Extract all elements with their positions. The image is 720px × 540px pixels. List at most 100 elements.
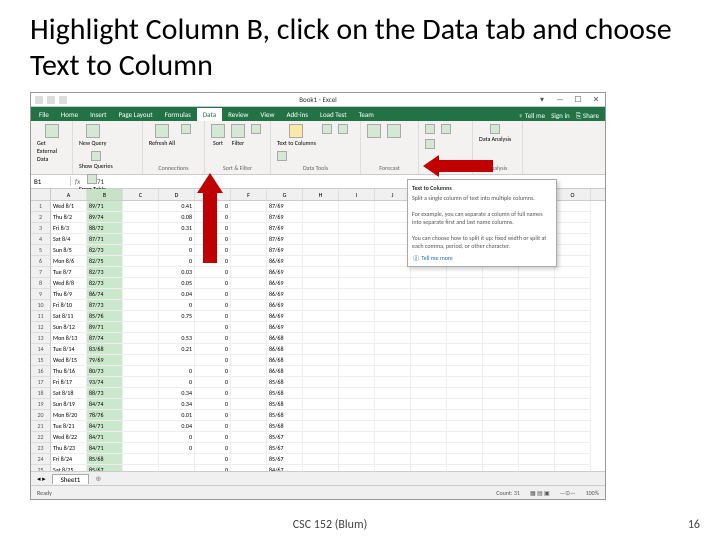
cell[interactable] (231, 344, 267, 355)
get-external-data-button[interactable]: Get External Data (35, 123, 68, 164)
cell[interactable] (231, 267, 267, 278)
cell[interactable] (123, 212, 159, 223)
cell[interactable]: 86/74 (87, 289, 123, 300)
cell[interactable] (375, 399, 411, 410)
cell[interactable] (375, 443, 411, 454)
cell[interactable] (519, 432, 555, 443)
row-header[interactable]: 9 (31, 289, 51, 300)
cell[interactable] (303, 311, 339, 322)
cell[interactable] (339, 245, 375, 256)
cell[interactable] (123, 289, 159, 300)
cell[interactable]: 82/75 (87, 256, 123, 267)
row-header[interactable]: 24 (31, 454, 51, 465)
cell[interactable] (375, 421, 411, 432)
cell[interactable]: 0.41 (159, 201, 195, 212)
cell[interactable]: 86/69 (267, 256, 303, 267)
cell[interactable] (411, 388, 447, 399)
cell[interactable]: 0 (195, 201, 231, 212)
cell[interactable] (123, 201, 159, 212)
cell[interactable] (447, 366, 483, 377)
cell[interactable]: 0 (195, 399, 231, 410)
cell[interactable] (231, 410, 267, 421)
cell[interactable]: 0 (195, 278, 231, 289)
row-header[interactable]: 22 (31, 432, 51, 443)
cell[interactable] (375, 311, 411, 322)
maximize-icon[interactable]: ☐ (569, 93, 587, 107)
cell[interactable] (555, 201, 591, 212)
cell[interactable] (231, 454, 267, 465)
cell[interactable] (411, 454, 447, 465)
cell[interactable] (375, 432, 411, 443)
cell[interactable] (555, 355, 591, 366)
cell[interactable] (375, 212, 411, 223)
cell[interactable]: 0 (159, 300, 195, 311)
cell[interactable]: 0 (195, 311, 231, 322)
cell[interactable] (555, 410, 591, 421)
cell[interactable]: 0.03 (159, 267, 195, 278)
cell[interactable] (411, 322, 447, 333)
cell[interactable] (519, 311, 555, 322)
cell[interactable]: 0 (195, 300, 231, 311)
cell[interactable] (339, 399, 375, 410)
cell[interactable] (519, 366, 555, 377)
cell[interactable]: 85/68 (87, 454, 123, 465)
cell[interactable]: 87/69 (267, 223, 303, 234)
cell[interactable] (483, 344, 519, 355)
cell[interactable]: 86/68 (267, 333, 303, 344)
cell[interactable]: 0.04 (159, 421, 195, 432)
zoom-level[interactable]: 100% (586, 489, 599, 497)
view-icons[interactable]: ▦ ▤ ▣ (530, 489, 550, 497)
row-header[interactable]: 5 (31, 245, 51, 256)
cell[interactable] (339, 289, 375, 300)
cell[interactable]: 86/69 (267, 311, 303, 322)
cell[interactable] (375, 388, 411, 399)
cell[interactable]: 85/67 (267, 454, 303, 465)
cell[interactable]: 0 (195, 344, 231, 355)
group-button[interactable] (423, 123, 437, 136)
cell[interactable] (231, 399, 267, 410)
cell[interactable] (375, 256, 411, 267)
cell[interactable] (123, 421, 159, 432)
cell[interactable]: 0.75 (159, 311, 195, 322)
cell[interactable]: 87/71 (87, 234, 123, 245)
cell[interactable] (483, 432, 519, 443)
cell[interactable] (123, 399, 159, 410)
cell[interactable]: 0 (195, 443, 231, 454)
cell[interactable] (555, 289, 591, 300)
column-header-H[interactable]: H (303, 189, 339, 200)
cell[interactable] (339, 311, 375, 322)
cell[interactable] (339, 223, 375, 234)
cell[interactable] (159, 355, 195, 366)
cell[interactable] (555, 322, 591, 333)
cell[interactable] (447, 454, 483, 465)
cell[interactable]: 86/68 (267, 366, 303, 377)
cell[interactable]: Mon 8/20 (51, 410, 87, 421)
tab-view[interactable]: View (254, 108, 280, 121)
cell[interactable] (159, 322, 195, 333)
cell[interactable]: 86/69 (267, 267, 303, 278)
tab-data[interactable]: Data (197, 108, 222, 121)
cell[interactable]: 0.05 (159, 278, 195, 289)
cell[interactable] (303, 322, 339, 333)
cell[interactable] (339, 256, 375, 267)
cell[interactable] (231, 289, 267, 300)
cell[interactable] (555, 443, 591, 454)
row-header[interactable]: 21 (31, 421, 51, 432)
cell[interactable]: 0 (195, 245, 231, 256)
cell[interactable]: 84/71 (87, 421, 123, 432)
cell[interactable]: 0 (159, 366, 195, 377)
cell[interactable]: Sat 8/11 (51, 311, 87, 322)
cell[interactable]: 85/67 (267, 443, 303, 454)
cell[interactable]: 85/76 (87, 311, 123, 322)
row-header[interactable]: 20 (31, 410, 51, 421)
cell[interactable]: 85/68 (267, 421, 303, 432)
new-sheet-icon[interactable]: ⊕ (95, 474, 101, 483)
cell[interactable] (339, 355, 375, 366)
cell[interactable] (303, 355, 339, 366)
cell[interactable] (123, 256, 159, 267)
cell[interactable] (123, 366, 159, 377)
cell[interactable] (555, 388, 591, 399)
cell[interactable] (483, 388, 519, 399)
cell[interactable]: Fri 8/3 (51, 223, 87, 234)
cell[interactable] (303, 410, 339, 421)
